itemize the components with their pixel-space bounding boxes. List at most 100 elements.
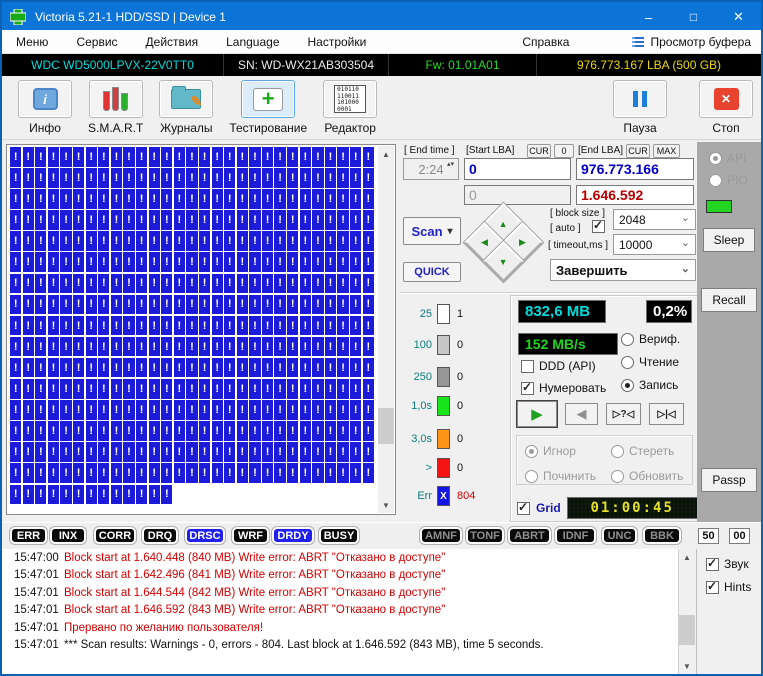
recall-button[interactable]: Recall — [701, 288, 757, 312]
scan-block: ! — [98, 210, 109, 230]
defect-radio-Стереть[interactable]: Стереть — [611, 443, 695, 459]
ddd-checkbox[interactable] — [521, 360, 534, 373]
passp-button[interactable]: Passp — [701, 468, 757, 492]
menu-item-Справка[interactable]: Справка — [508, 30, 583, 53]
hints-checkbox[interactable] — [706, 581, 719, 594]
stop-button[interactable]: ✕ Стоп — [699, 80, 753, 135]
media-button-2[interactable]: ▷?◁ — [606, 403, 641, 425]
scan-block: ! — [23, 379, 34, 399]
defect-radio-Игнор[interactable]: Игнор — [525, 443, 611, 459]
toolbar-smart-button[interactable]: S.M.A.R.T — [88, 80, 143, 135]
end-lba-cur-button[interactable]: CUR — [626, 144, 650, 158]
end-time-spinner[interactable]: 2:24 — [403, 158, 459, 180]
log-scrollbar[interactable] — [678, 549, 695, 674]
toolbar-editor-button[interactable]: 0101101100111010000001Редактор — [323, 80, 377, 135]
close-button[interactable] — [716, 2, 761, 32]
start-lba-cur-button[interactable]: CUR — [527, 144, 551, 158]
minimize-button[interactable] — [626, 2, 671, 32]
scan-block: ! — [337, 231, 348, 251]
timeout-select[interactable]: 10000 — [613, 234, 696, 255]
mode-radio-Чтение[interactable]: Чтение — [621, 355, 680, 369]
pio-radio-circle[interactable] — [709, 174, 722, 187]
scroll-down-icon[interactable] — [378, 497, 394, 513]
toolbar-logs-button[interactable]: ✎Журналы — [159, 80, 213, 135]
numerate-checkbox[interactable] — [521, 382, 534, 395]
scan-block: ! — [10, 147, 21, 167]
radio-circle[interactable] — [525, 470, 538, 483]
sleep-button[interactable]: Sleep — [703, 228, 755, 252]
sound-option[interactable]: Звук — [706, 557, 749, 571]
menu-items: МенюСервисДействияLanguageНастройки Справ… — [2, 30, 583, 53]
api-radio-circle[interactable] — [709, 152, 722, 165]
ddd-api-option[interactable]: DDD (API) — [521, 359, 596, 373]
menu-item-Действия[interactable]: Действия — [132, 30, 213, 53]
block-map-scrollbar[interactable] — [378, 146, 394, 513]
scan-block: ! — [274, 379, 285, 399]
scan-block: ! — [161, 421, 172, 441]
defect-radio-Починить[interactable]: Починить — [525, 468, 611, 484]
maximize-button[interactable] — [671, 2, 716, 32]
start-lba-zero-button[interactable]: 0 — [554, 144, 574, 158]
scan-button[interactable]: Scan — [403, 217, 461, 245]
scan-block: ! — [111, 442, 122, 462]
sound-checkbox[interactable] — [706, 558, 719, 571]
scan-block: ! — [312, 463, 323, 483]
scan-block: ! — [249, 252, 260, 272]
scan-block: ! — [287, 400, 298, 420]
log-scroll-up-icon[interactable] — [679, 549, 695, 565]
block-size-select[interactable]: 2048 — [613, 209, 696, 230]
radio-circle[interactable] — [611, 470, 624, 483]
scan-block: ! — [287, 463, 298, 483]
scan-block: ! — [325, 210, 336, 230]
scan-block: ! — [287, 295, 298, 315]
scroll-thumb[interactable] — [378, 408, 394, 444]
radio-circle[interactable] — [611, 445, 624, 458]
auto-checkbox[interactable] — [592, 220, 605, 233]
media-button-1[interactable]: ◀ — [565, 403, 598, 425]
scan-block: ! — [149, 189, 160, 209]
pause-button[interactable]: Пауза — [613, 80, 667, 135]
toolbar-test-button[interactable]: +Тестирование — [229, 80, 307, 135]
toolbar-info-button[interactable]: iИнфо — [18, 80, 72, 135]
scan-block: ! — [249, 337, 260, 357]
radio-circle[interactable] — [525, 445, 538, 458]
scan-block: ! — [10, 189, 21, 209]
scan-block: ! — [249, 168, 260, 188]
legend-label: 1,0s — [402, 400, 432, 412]
scan-block: ! — [186, 168, 197, 188]
hints-option[interactable]: Hints — [706, 580, 751, 594]
scan-block: ! — [111, 210, 122, 230]
register-value-0: 50 — [698, 528, 719, 544]
status-flag-BUSY: BUSY — [319, 527, 359, 544]
scan-block: ! — [212, 463, 223, 483]
quick-button[interactable]: QUICK — [403, 262, 461, 282]
scan-block: ! — [274, 147, 285, 167]
radio-circle[interactable] — [621, 379, 634, 392]
menu-item-Настройки[interactable]: Настройки — [294, 30, 381, 53]
buffer-view-button[interactable]: Просмотр буфера — [632, 35, 751, 49]
media-button-0[interactable]: ▶ — [517, 401, 557, 427]
menu-item-Меню[interactable]: Меню — [2, 30, 62, 53]
numerate-option[interactable]: Нумеровать — [521, 381, 606, 395]
mode-radio-Запись[interactable]: Запись — [621, 378, 680, 392]
start-lba-input[interactable]: 0 — [464, 158, 571, 180]
media-button-3[interactable]: ▷|◁ — [649, 403, 684, 425]
scroll-up-icon[interactable] — [378, 146, 394, 162]
menu-item-Сервис[interactable]: Сервис — [62, 30, 131, 53]
pio-radio[interactable]: PIO — [709, 173, 748, 187]
finish-action-select[interactable]: Завершить — [550, 259, 696, 281]
end-lba-max-button[interactable]: MAX — [653, 144, 680, 158]
end-lba-input[interactable]: 976.773.166 — [576, 158, 694, 180]
log-scroll-thumb[interactable] — [679, 615, 695, 645]
radio-circle[interactable] — [621, 333, 634, 346]
scan-block: ! — [35, 358, 46, 378]
mode-radio-Вериф.[interactable]: Вериф. — [621, 332, 680, 346]
grid-checkbox[interactable] — [517, 502, 530, 515]
api-radio[interactable]: API — [709, 151, 746, 165]
menu-item-Language[interactable]: Language — [212, 30, 293, 53]
log-scroll-down-icon[interactable] — [679, 658, 695, 674]
radio-circle[interactable] — [621, 356, 634, 369]
scan-block: ! — [161, 400, 172, 420]
defect-radio-Обновить[interactable]: Обновить — [611, 468, 695, 484]
scan-block: ! — [136, 274, 147, 294]
